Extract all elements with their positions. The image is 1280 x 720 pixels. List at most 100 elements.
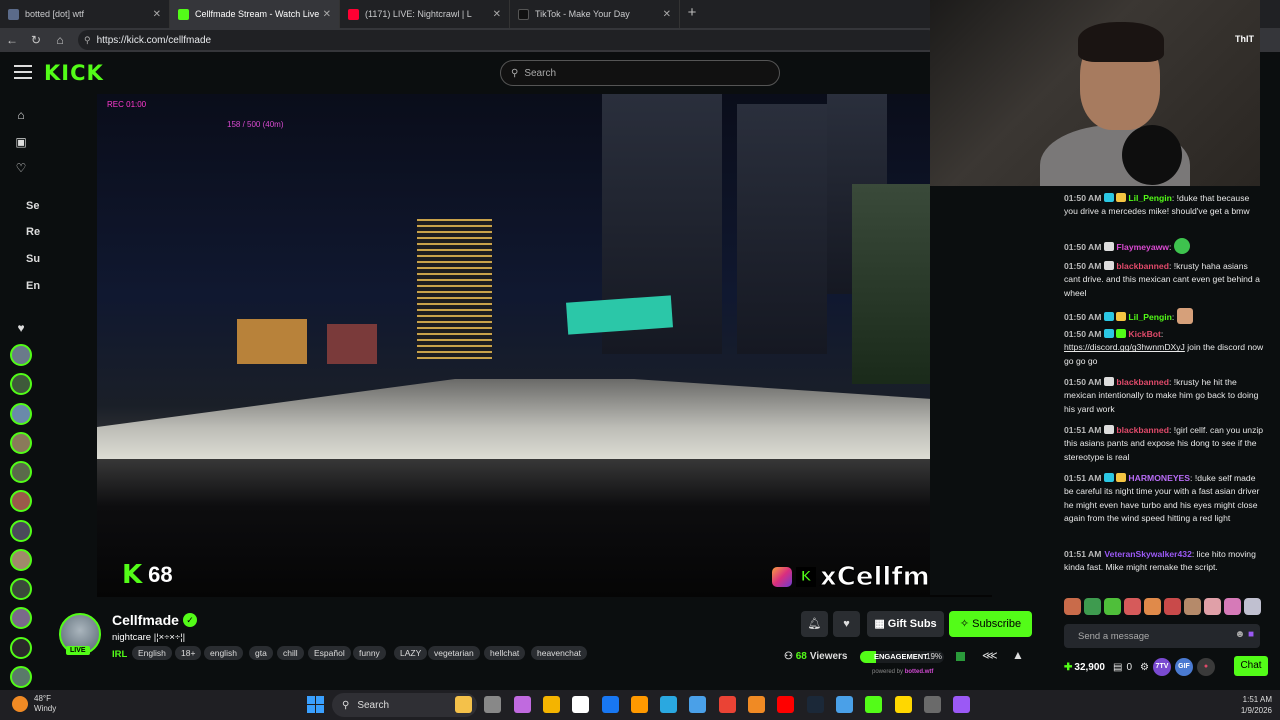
taskbar-app-icon[interactable] (542, 696, 560, 713)
emote-icon[interactable] (1104, 598, 1121, 615)
browser-tab[interactable]: botted [dot] wtf ✕ (0, 0, 170, 28)
followed-channel-avatar[interactable] (10, 461, 32, 483)
address-bar[interactable]: ⚲ https://kick.com/cellfmade (78, 30, 938, 50)
stream-tag[interactable]: gta (249, 646, 273, 660)
stream-tag[interactable]: Español (308, 646, 351, 660)
subscriber-badge-icon (1104, 312, 1115, 321)
followed-channel-avatar[interactable] (10, 432, 32, 454)
taskbar-app-icon[interactable] (601, 696, 619, 713)
taskbar-app-icon[interactable] (835, 696, 853, 713)
browser-tab-active[interactable]: Cellfmade Stream - Watch Live ✕ (170, 0, 340, 28)
chat-message-input[interactable]: Send a message ☻ ■ (1064, 624, 1260, 648)
emote-icon[interactable] (1244, 598, 1261, 615)
home-icon[interactable]: ⌂ (13, 108, 29, 124)
taskbar-app-icon[interactable] (718, 696, 736, 713)
emote-icon[interactable] (1164, 598, 1181, 615)
taskbar-app-icon[interactable] (660, 696, 678, 713)
followed-channel-avatar[interactable] (10, 490, 32, 512)
recording-icon[interactable]: ● (1196, 658, 1215, 676)
weather-widget[interactable]: 48°F Windy (10, 694, 56, 714)
kick-logo[interactable]: KICK (44, 61, 104, 85)
close-tab-icon[interactable]: ✕ (323, 9, 331, 20)
taskbar-app-icon[interactable] (572, 696, 590, 713)
emoji-icon[interactable]: ☻ ■ (1235, 629, 1254, 640)
gif-badge[interactable]: GIF (1174, 658, 1193, 676)
taskbar-app-icon[interactable] (630, 696, 648, 713)
stream-tag[interactable]: English (132, 646, 172, 660)
taskbar-app-icon[interactable] (513, 696, 531, 713)
vault-icon[interactable]: ▤ (1113, 662, 1122, 673)
reload-icon[interactable]: ↻ (24, 33, 48, 47)
home-icon[interactable]: ⌂ (48, 33, 72, 47)
stream-tag[interactable]: hellchat (484, 646, 526, 660)
stream-tag[interactable]: vegetarian (428, 646, 480, 660)
stream-tag[interactable]: chill (277, 646, 304, 660)
taskbar-app-icon[interactable] (953, 696, 971, 713)
menu-icon[interactable] (14, 65, 32, 81)
followed-channel-avatar[interactable] (10, 373, 32, 395)
new-tab-button[interactable]: + (680, 0, 704, 28)
settings-gear-icon[interactable]: ⚙ (1140, 662, 1149, 673)
gifter-badge-icon (1116, 473, 1127, 482)
taskbar-app-icon[interactable] (806, 696, 824, 713)
gift-subs-button[interactable]: ▦ Gift Subs (867, 611, 944, 637)
subscribe-button[interactable]: ✧ Subscribe (949, 611, 1032, 637)
search-input[interactable]: ⚲ Search (500, 60, 780, 86)
followed-channel-avatar[interactable] (10, 607, 32, 629)
followed-channel-avatar[interactable] (10, 549, 32, 571)
emote-icon[interactable] (1064, 598, 1081, 615)
search-placeholder: Search (524, 67, 557, 79)
stream-tag[interactable]: LAZY (394, 646, 428, 660)
followed-channel-avatar[interactable] (10, 403, 32, 425)
7tv-badge[interactable]: 7TV (1152, 658, 1171, 676)
taskbar-app-icon[interactable] (484, 696, 502, 713)
follow-heart-icon[interactable]: ♥ (833, 611, 860, 637)
notification-bell-icon[interactable]: 🔔︎ (801, 611, 828, 637)
browser-tab[interactable]: (1171) LIVE: Nightcrawl | L ✕ (340, 0, 510, 28)
followed-channel-avatar[interactable] (10, 666, 32, 688)
close-tab-icon[interactable]: ✕ (663, 9, 671, 20)
taskbar-app-icon[interactable] (777, 696, 795, 713)
sidebar-category[interactable]: Se (26, 200, 39, 212)
emote-icon[interactable] (1144, 598, 1161, 615)
share-icon[interactable]: ⋘ (982, 649, 998, 662)
close-tab-icon[interactable]: ✕ (153, 9, 161, 20)
chat-send-button[interactable]: Chat (1234, 656, 1268, 676)
stream-tag[interactable]: funny (353, 646, 386, 660)
followed-channel-avatar[interactable] (10, 344, 32, 366)
stream-tag[interactable]: 18+ (175, 646, 202, 660)
taskbar-app-icon[interactable] (865, 696, 883, 713)
emote-icon[interactable] (1124, 598, 1141, 615)
emote-icon[interactable] (1224, 598, 1241, 615)
taskbar-app-icon[interactable] (894, 696, 912, 713)
taskbar-app-icon[interactable] (689, 696, 707, 713)
system-clock[interactable]: 1:51 AM 1/9/2026 (1241, 694, 1272, 716)
channel-name[interactable]: Cellfmade (112, 612, 179, 628)
site-info-icon[interactable]: ⚲ (84, 35, 91, 46)
followed-channel-avatar[interactable] (10, 578, 32, 600)
following-heart-icon[interactable]: ♡ (13, 161, 29, 177)
close-tab-icon[interactable]: ✕ (493, 9, 501, 20)
extension-icon[interactable] (956, 652, 965, 661)
report-warning-icon[interactable]: ▲ (1012, 648, 1024, 662)
stream-tag[interactable]: heavenchat (531, 646, 587, 660)
sidebar-category[interactable]: Su (26, 253, 40, 265)
sidebar-category[interactable]: Re (26, 226, 40, 238)
emote-icon[interactable] (1204, 598, 1221, 615)
followed-channel-avatar[interactable] (10, 637, 32, 659)
emote-icon[interactable] (1184, 598, 1201, 615)
back-arrow-icon[interactable]: ← (0, 33, 24, 47)
emote-icon[interactable] (1084, 598, 1101, 615)
followed-channel-avatar[interactable] (10, 520, 32, 542)
sidebar-category[interactable]: En (26, 280, 40, 292)
taskbar-app-icon[interactable] (455, 696, 472, 713)
taskbar-app-icon[interactable] (748, 696, 765, 713)
windows-start-icon[interactable] (307, 696, 324, 713)
browser-tab[interactable]: TikTok - Make Your Day ✕ (510, 0, 680, 28)
video-player[interactable]: REC 01:00 158 / 500 (40m) K 68 K xCellfm… (97, 94, 992, 597)
channel-points[interactable]: ✚ 32,900 (1064, 662, 1105, 673)
stream-tag[interactable]: english (204, 646, 243, 660)
browse-icon[interactable]: ▣ (13, 135, 29, 151)
taskbar-app-icon[interactable] (923, 696, 941, 713)
category-link[interactable]: IRL (112, 649, 127, 660)
